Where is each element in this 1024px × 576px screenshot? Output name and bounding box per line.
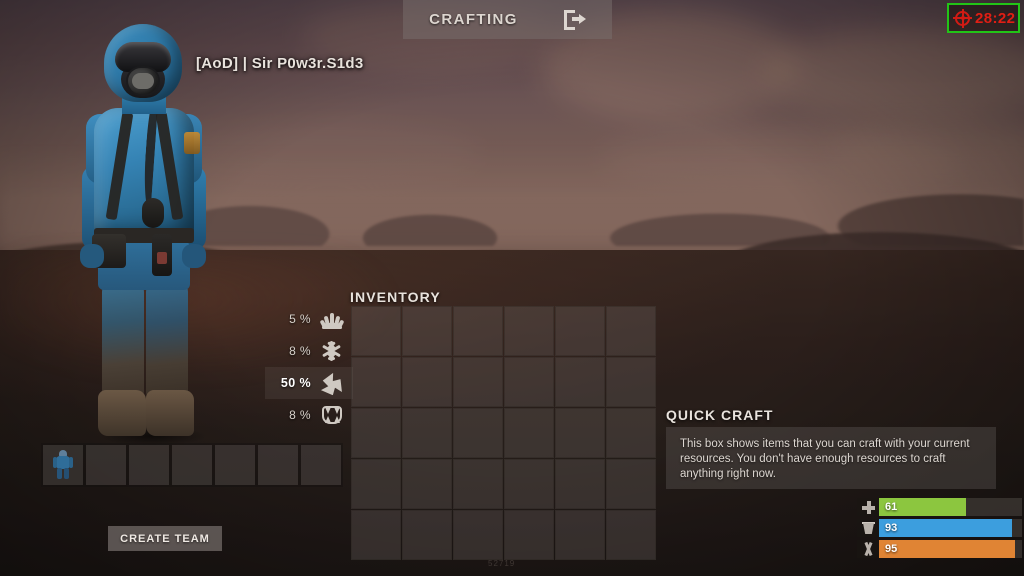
inventory-slot[interactable] (402, 306, 452, 356)
create-team-button[interactable]: CREATE TEAM (108, 526, 222, 551)
hotbar-slot[interactable] (172, 445, 212, 485)
vital-value: 61 (885, 501, 898, 513)
inventory-grid (351, 306, 656, 560)
inventory-slot[interactable] (351, 306, 401, 356)
fork-knife-icon (857, 540, 879, 558)
resistance-value: 50 % (280, 376, 311, 390)
inventory-slot[interactable] (453, 510, 503, 560)
resistance-row-radiation: 50 % (265, 367, 353, 399)
vital-row-food: 95 (857, 540, 1022, 558)
resistance-row-cold: 8 % (265, 335, 353, 367)
inventory-slot[interactable] (351, 408, 401, 458)
character-boot-right (146, 390, 194, 436)
character-shoulder-patch (184, 132, 200, 154)
inventory-slot[interactable] (504, 408, 554, 458)
tab-crafting-label: CRAFTING (429, 11, 518, 28)
game-screen: [AoD] | Sir P0w3r.S1d3 CRAFTING 28:22 5 … (0, 0, 1024, 576)
inventory-slot[interactable] (504, 357, 554, 407)
inventory-slot[interactable] (555, 408, 605, 458)
inventory-slot[interactable] (453, 357, 503, 407)
resistance-row-bite: 8 % (265, 399, 353, 431)
inventory-slot[interactable] (504, 459, 554, 509)
vital-row-health: 61 (857, 498, 1022, 516)
quick-craft-message: This box shows items that you can craft … (680, 438, 970, 480)
vital-track: 61 (879, 498, 1022, 516)
character-leg-right (146, 282, 188, 398)
water-cup-icon (857, 519, 879, 537)
resistance-row-heat: 5 % (265, 303, 353, 335)
inventory-slot[interactable] (453, 459, 503, 509)
inventory-title: INVENTORY (350, 289, 441, 305)
hotbar-slot[interactable] (129, 445, 169, 485)
character-mask-filter-face (132, 73, 154, 89)
snowflake-icon (319, 339, 345, 363)
event-timer: 28:22 (947, 3, 1020, 33)
bite-fangs-icon (319, 403, 345, 427)
vital-value: 95 (885, 543, 898, 555)
inventory-slot[interactable] (555, 510, 605, 560)
vital-fill (879, 519, 1012, 537)
inventory-slot[interactable] (453, 306, 503, 356)
vitals-panel: 61 93 95 (857, 498, 1022, 561)
quick-craft-title: QUICK CRAFT (666, 407, 774, 423)
cloud (760, 28, 1024, 118)
hotbar-slot[interactable] (301, 445, 341, 485)
vital-track: 95 (879, 540, 1022, 558)
inventory-slot[interactable] (402, 459, 452, 509)
resistance-value: 8 % (289, 408, 311, 422)
vital-value: 93 (885, 522, 898, 534)
inventory-slot[interactable] (555, 357, 605, 407)
timer-value: 28:22 (975, 9, 1016, 27)
hotbar-slot[interactable] (43, 445, 83, 485)
inventory-slot[interactable] (606, 357, 656, 407)
inventory-slot[interactable] (606, 306, 656, 356)
target-crosshair-icon (953, 8, 972, 28)
hotbar-slot[interactable] (215, 445, 255, 485)
inventory-slot[interactable] (402, 357, 452, 407)
inventory-slot[interactable] (402, 510, 452, 560)
character-hand-right (182, 244, 206, 268)
character-boot-left (98, 390, 146, 436)
hotbar-slot[interactable] (258, 445, 298, 485)
character-leg-left (102, 282, 144, 398)
player-name: [AoD] | Sir P0w3r.S1d3 (196, 55, 364, 72)
hotbar-slot[interactable] (86, 445, 126, 485)
inventory-slot[interactable] (504, 306, 554, 356)
quick-craft-panel: This box shows items that you can craft … (666, 427, 996, 489)
vital-track: 93 (879, 519, 1022, 537)
watermark: 52719 (488, 559, 516, 568)
inventory-slot[interactable] (453, 408, 503, 458)
character-radio-led (157, 252, 167, 264)
inventory-slot[interactable] (606, 459, 656, 509)
exit-arrow-icon[interactable] (563, 9, 586, 30)
inventory-slot[interactable] (555, 306, 605, 356)
radiation-icon (319, 371, 345, 395)
inventory-slot[interactable] (351, 510, 401, 560)
character-hand-left (80, 244, 104, 268)
inventory-slot[interactable] (402, 408, 452, 458)
inventory-slot[interactable] (606, 510, 656, 560)
resistance-value: 5 % (289, 312, 311, 326)
character-model (58, 16, 228, 450)
inventory-slot[interactable] (504, 510, 554, 560)
resistance-panel: 5 % 8 % 50 % 8 % (265, 303, 353, 431)
inventory-slot[interactable] (351, 459, 401, 509)
hazmat-suit-item-icon (53, 450, 73, 480)
hotbar (41, 443, 343, 487)
vital-fill (879, 540, 1015, 558)
character-canister (142, 198, 164, 228)
tab-crafting[interactable]: CRAFTING (403, 0, 612, 39)
vital-row-hydration: 93 (857, 519, 1022, 537)
heat-burst-icon (319, 307, 345, 331)
inventory-slot[interactable] (351, 357, 401, 407)
resistance-value: 8 % (289, 344, 311, 358)
inventory-slot[interactable] (606, 408, 656, 458)
plus-icon (857, 498, 879, 516)
inventory-slot[interactable] (555, 459, 605, 509)
